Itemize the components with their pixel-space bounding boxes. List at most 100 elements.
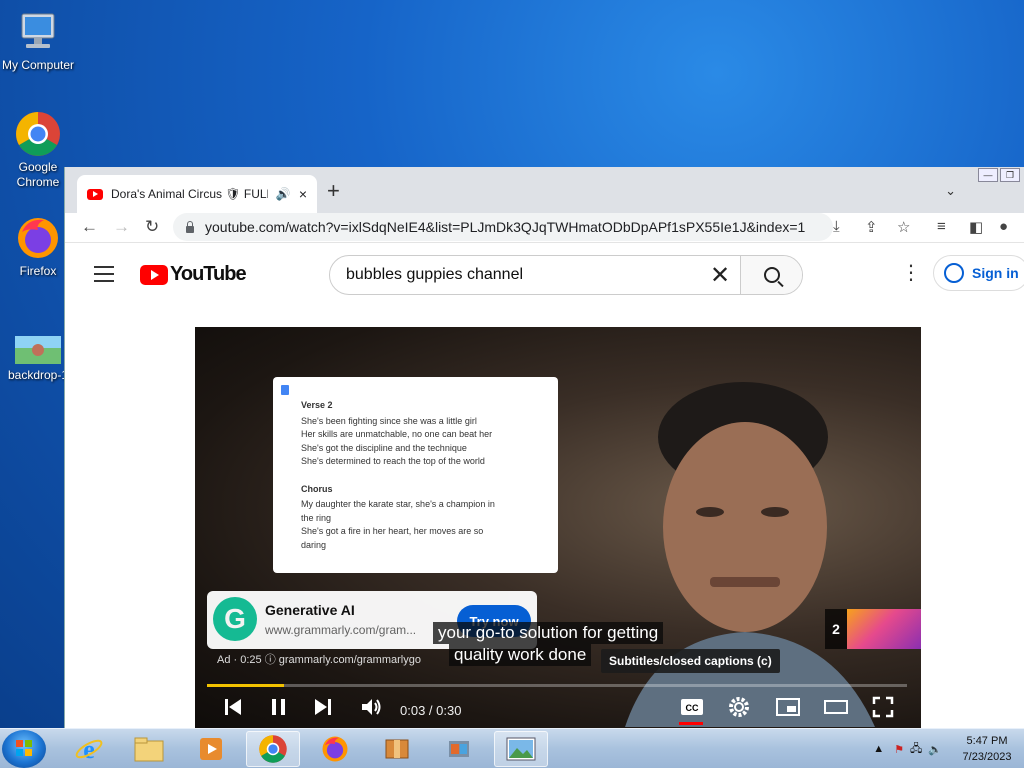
internet-explorer-icon: e [75,735,103,764]
fullscreen-icon[interactable] [871,695,895,724]
show-hidden-icons-icon[interactable]: ▲ [873,743,884,755]
tab-strip: Dora's Animal Circus 🛡 FULL 🔊 × + ⌄ — ❐ [65,167,1024,213]
more-options-icon[interactable]: ⋮ [901,263,921,283]
share-icon[interactable]: ⇪ [865,218,878,236]
taskbar-internet-explorer[interactable]: e [62,731,116,767]
url-text: youtube.com/watch?v=ixlSdqNeIE4&list=PLJ… [205,219,806,235]
clear-search-icon[interactable]: ✕ [700,261,740,290]
firefox-icon [14,214,62,262]
bookmark-star-icon[interactable]: ☆ [897,218,910,236]
lyric-line: daring [301,539,327,550]
lyric-line: My daughter the karate star, she's a cha… [301,499,495,509]
document-icon [281,385,289,395]
lyric-line: Her skills are unmatchable, no one can b… [301,429,493,439]
taskbar-app-tools[interactable] [432,731,486,767]
theater-mode-icon[interactable] [823,695,849,724]
caption-line: quality work done [449,644,592,666]
image-file-icon [15,336,61,366]
volume-icon[interactable] [359,695,383,724]
picture-icon [506,737,536,761]
youtube-play-icon [140,264,168,285]
playlist-next-count[interactable]: 2 [825,609,847,649]
svg-text:CC: CC [686,703,699,713]
restore-button[interactable]: ❐ [1000,168,1020,182]
verse-title: Verse 2 [301,400,333,410]
search-icon [763,267,780,283]
player-controls: 0:03 / 0:30 CC [195,693,921,728]
network-icon[interactable]: 🖧 [910,740,922,759]
lyrics-card: Verse 2 She's been fighting since she wa… [273,377,558,573]
ad-info[interactable]: Ad · 0:25 ⓘ grammarly.com/grammarlygo [217,651,421,667]
install-app-icon[interactable]: ⤓ [833,218,840,235]
taskbar-app-package[interactable] [370,731,424,767]
browser-toolbar: ← → ↻ youtube.com/watch?v=ixlSdqNeIE4&li… [65,213,1024,243]
youtube-header: YouTube ✕ ⋮ Sign in [65,243,1024,303]
chrome-window: Dora's Animal Circus 🛡 FULL 🔊 × + ⌄ — ❐ … [64,167,1024,728]
progress-fill [207,684,284,687]
video-frame-person [625,382,875,727]
windows-logo-icon [16,740,32,756]
youtube-wordmark: YouTube [170,263,247,285]
taskbar-chrome[interactable] [246,731,300,767]
next-icon[interactable] [313,695,333,724]
system-tray: ▲ ⚑ 🖧 🔈 5:47 PM 7/23/2023 [873,729,1024,768]
taskbar-image-viewer[interactable] [494,731,548,767]
tab-search-chevron-icon[interactable]: ⌄ [945,183,956,199]
settings-gear-icon[interactable] [727,695,751,724]
pause-icon[interactable] [269,695,289,724]
chorus-title: Chorus [301,483,333,494]
speaker-icon[interactable]: 🔊 [276,187,291,201]
browser-tab[interactable]: Dora's Animal Circus 🛡 FULL 🔊 × [77,175,317,213]
desktop-icon-label: My Computer [1,58,75,72]
profile-icon[interactable]: ● [999,218,1008,235]
action-center-flag-icon[interactable]: ⚑ [894,743,904,756]
svg-text:e: e [83,735,95,764]
account-icon [944,263,964,283]
desktop-icon-my-computer[interactable]: My Computer [0,8,76,73]
tab-close-button[interactable]: × [299,186,307,202]
volume-muted-icon[interactable]: 🔈 [928,743,942,756]
lyric-line: She's been fighting since she was a litt… [301,415,477,426]
taskbar-file-explorer[interactable] [122,731,176,767]
start-button[interactable] [2,730,46,768]
miniplayer-icon[interactable] [775,695,801,724]
previous-icon[interactable] [223,695,243,724]
taskbar-firefox[interactable] [308,731,362,767]
lyric-line: the ring [301,512,332,523]
captions-icon[interactable]: CC [679,695,705,724]
time-display: 0:03 / 0:30 [400,703,462,718]
progress-bar[interactable] [207,684,907,687]
clock-time: 5:47 PM [966,735,1008,747]
tools-icon [449,741,469,757]
sign-in-button[interactable]: Sign in [933,255,1024,291]
taskbar-media-player[interactable] [184,731,238,767]
next-video-thumbnail[interactable] [847,609,921,649]
minimize-button[interactable]: — [978,168,998,182]
menu-icon[interactable] [94,266,114,287]
youtube-logo[interactable]: YouTube [140,263,247,286]
clock[interactable]: 5:47 PM 7/23/2023 [950,733,1024,765]
media-controls-icon[interactable]: ≡ [937,218,946,235]
cc-tooltip: Subtitles/closed captions (c) [601,649,780,673]
back-arrow-icon[interactable]: ← [81,217,98,237]
ad-url[interactable]: www.grammarly.com/gram... [265,623,416,637]
captions-active-indicator [679,722,703,725]
lyric-line: She's determined to reach the top of the… [301,456,485,466]
caption-line: your go-to solution for getting [433,622,664,644]
media-player-icon [200,738,222,760]
address-bar[interactable]: youtube.com/watch?v=ixlSdqNeIE4&list=PLJ… [173,213,833,241]
side-panel-icon[interactable]: ◧ [969,218,983,236]
folder-icon [134,737,164,762]
video-player[interactable]: Verse 2 She's been fighting since she wa… [195,327,921,728]
reload-icon[interactable]: ↻ [145,217,159,237]
window-controls: — ❐ [978,168,1020,182]
search-input[interactable] [330,256,700,294]
new-tab-button[interactable]: + [327,180,340,202]
firefox-icon [322,736,348,762]
lyric-line: She's got the discipline and the techniq… [301,442,467,453]
forward-arrow-icon[interactable]: → [113,217,130,237]
search-button[interactable] [740,256,802,294]
chrome-icon [259,735,287,763]
chrome-icon [14,110,62,158]
lock-icon[interactable] [185,221,195,233]
